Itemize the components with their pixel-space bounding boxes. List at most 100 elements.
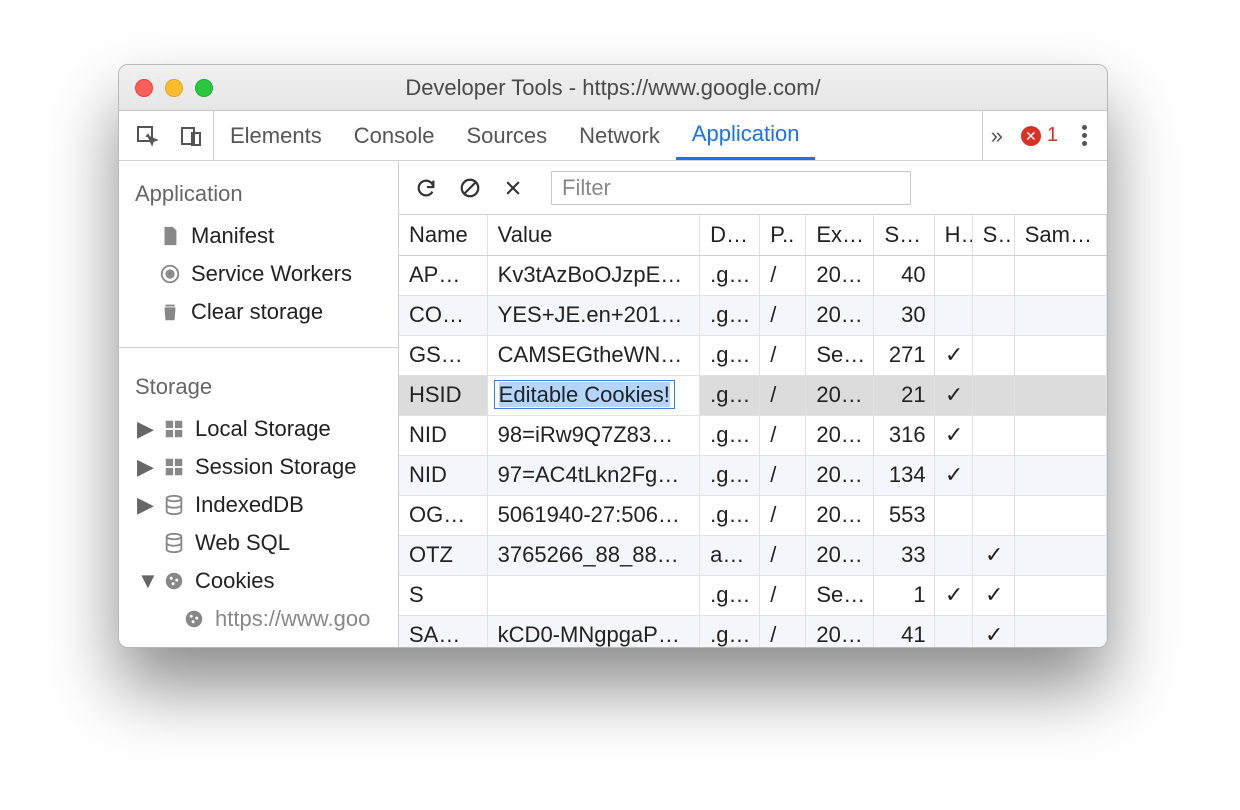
cell-name[interactable]: AP… bbox=[399, 255, 487, 295]
column-header[interactable]: P.. bbox=[760, 215, 806, 255]
cell-size[interactable]: 134 bbox=[874, 455, 934, 495]
column-header[interactable]: Se bbox=[972, 215, 1014, 255]
table-row[interactable]: NID98=iRw9Q7Z83….g…/20…316✓ bbox=[399, 415, 1107, 455]
more-tabs-button[interactable]: » bbox=[991, 123, 1003, 149]
cell-same[interactable] bbox=[1014, 335, 1106, 375]
cell-http[interactable]: ✓ bbox=[934, 415, 972, 455]
cell-path[interactable]: / bbox=[760, 615, 806, 647]
minimize-window-button[interactable] bbox=[165, 79, 183, 97]
cell-value[interactable]: 3765266_88_88… bbox=[487, 535, 699, 575]
cell-domain[interactable]: .g… bbox=[700, 575, 760, 615]
cell-same[interactable] bbox=[1014, 415, 1106, 455]
cell-path[interactable]: / bbox=[760, 575, 806, 615]
cell-domain[interactable]: .g… bbox=[700, 415, 760, 455]
cell-secure[interactable] bbox=[972, 415, 1014, 455]
cell-value[interactable]: 97=AC4tLkn2Fg… bbox=[487, 455, 699, 495]
cell-name[interactable]: S bbox=[399, 575, 487, 615]
sidebar-item-service-workers[interactable]: Service Workers bbox=[119, 255, 398, 293]
tab-application[interactable]: Application bbox=[676, 111, 816, 160]
cell-expires[interactable]: 20… bbox=[806, 615, 874, 647]
cell-value[interactable]: kCD0-MNgpgaP… bbox=[487, 615, 699, 647]
cell-name[interactable]: OTZ bbox=[399, 535, 487, 575]
cell-value[interactable]: 5061940-27:506… bbox=[487, 495, 699, 535]
cell-value[interactable] bbox=[487, 575, 699, 615]
cell-expires[interactable]: Se… bbox=[806, 335, 874, 375]
cell-size[interactable]: 40 bbox=[874, 255, 934, 295]
tab-elements[interactable]: Elements bbox=[214, 111, 338, 160]
column-header[interactable]: Ex… bbox=[806, 215, 874, 255]
cell-path[interactable]: / bbox=[760, 295, 806, 335]
table-row[interactable]: OTZ3765266_88_88…a…/20…33✓ bbox=[399, 535, 1107, 575]
cell-path[interactable]: / bbox=[760, 535, 806, 575]
cell-http[interactable] bbox=[934, 255, 972, 295]
cell-size[interactable]: 1 bbox=[874, 575, 934, 615]
cell-domain[interactable]: .g… bbox=[700, 615, 760, 647]
cell-path[interactable]: / bbox=[760, 415, 806, 455]
cell-expires[interactable]: 20… bbox=[806, 375, 874, 415]
device-toolbar-icon[interactable] bbox=[179, 124, 203, 148]
cell-size[interactable]: 21 bbox=[874, 375, 934, 415]
cell-value[interactable]: YES+JE.en+201… bbox=[487, 295, 699, 335]
cell-value[interactable]: 98=iRw9Q7Z83… bbox=[487, 415, 699, 455]
cell-expires[interactable]: 20… bbox=[806, 495, 874, 535]
cell-expires[interactable]: Se… bbox=[806, 575, 874, 615]
cell-path[interactable]: / bbox=[760, 455, 806, 495]
cell-domain[interactable]: .g… bbox=[700, 255, 760, 295]
cell-size[interactable]: 30 bbox=[874, 295, 934, 335]
cell-value[interactable]: Kv3tAzBoOJzpE… bbox=[487, 255, 699, 295]
column-header[interactable]: D… bbox=[700, 215, 760, 255]
cell-same[interactable] bbox=[1014, 575, 1106, 615]
editing-value-input[interactable]: Editable Cookies! bbox=[494, 380, 675, 409]
cell-name[interactable]: OG… bbox=[399, 495, 487, 535]
column-header[interactable]: H¨ bbox=[934, 215, 972, 255]
error-count-badge[interactable]: ✕ 1 bbox=[1021, 124, 1058, 147]
cell-expires[interactable]: 20… bbox=[806, 455, 874, 495]
cell-path[interactable]: / bbox=[760, 335, 806, 375]
cell-http[interactable] bbox=[934, 495, 972, 535]
cell-http[interactable]: ✓ bbox=[934, 455, 972, 495]
close-window-button[interactable] bbox=[135, 79, 153, 97]
cell-name[interactable]: NID bbox=[399, 415, 487, 455]
column-header[interactable]: Same… bbox=[1014, 215, 1106, 255]
cell-secure[interactable] bbox=[972, 255, 1014, 295]
cell-value[interactable]: CAMSEGtheWN… bbox=[487, 335, 699, 375]
sidebar-item-clear-storage[interactable]: Clear storage bbox=[119, 293, 398, 331]
filter-input[interactable] bbox=[551, 171, 911, 205]
settings-menu-button[interactable] bbox=[1076, 121, 1093, 150]
cell-domain[interactable]: .g… bbox=[700, 455, 760, 495]
cell-secure[interactable] bbox=[972, 455, 1014, 495]
cell-name[interactable]: HSID bbox=[399, 375, 487, 415]
cell-size[interactable]: 553 bbox=[874, 495, 934, 535]
cell-domain[interactable]: .g… bbox=[700, 295, 760, 335]
cell-domain[interactable]: a… bbox=[700, 535, 760, 575]
tab-sources[interactable]: Sources bbox=[450, 111, 563, 160]
cell-same[interactable] bbox=[1014, 495, 1106, 535]
sidebar-item-manifest[interactable]: Manifest bbox=[119, 217, 398, 255]
sidebar-item-indexeddb[interactable]: ▶IndexedDB bbox=[119, 486, 398, 524]
cell-same[interactable] bbox=[1014, 455, 1106, 495]
table-row[interactable]: CO…YES+JE.en+201….g…/20…30 bbox=[399, 295, 1107, 335]
clear-all-icon[interactable] bbox=[459, 177, 481, 199]
cell-secure[interactable]: ✓ bbox=[972, 535, 1014, 575]
sidebar-item-cookies[interactable]: ▼Cookies bbox=[119, 562, 398, 600]
table-row[interactable]: NID97=AC4tLkn2Fg….g…/20…134✓ bbox=[399, 455, 1107, 495]
cell-expires[interactable]: 20… bbox=[806, 295, 874, 335]
refresh-icon[interactable] bbox=[415, 177, 437, 199]
cell-domain[interactable]: .g… bbox=[700, 495, 760, 535]
cell-name[interactable]: NID bbox=[399, 455, 487, 495]
sidebar-item-session-storage[interactable]: ▶Session Storage bbox=[119, 448, 398, 486]
cell-secure[interactable] bbox=[972, 335, 1014, 375]
cell-same[interactable] bbox=[1014, 615, 1106, 647]
cell-same[interactable] bbox=[1014, 535, 1106, 575]
column-header[interactable]: Size bbox=[874, 215, 934, 255]
tab-console[interactable]: Console bbox=[338, 111, 451, 160]
sidebar-item-cookies-origin[interactable]: https://www.goo bbox=[119, 600, 398, 638]
cell-path[interactable]: / bbox=[760, 375, 806, 415]
cell-path[interactable]: / bbox=[760, 255, 806, 295]
cell-http[interactable] bbox=[934, 535, 972, 575]
cell-expires[interactable]: 20… bbox=[806, 415, 874, 455]
cell-secure[interactable]: ✓ bbox=[972, 615, 1014, 647]
cell-size[interactable]: 33 bbox=[874, 535, 934, 575]
cell-http[interactable] bbox=[934, 295, 972, 335]
cell-same[interactable] bbox=[1014, 375, 1106, 415]
